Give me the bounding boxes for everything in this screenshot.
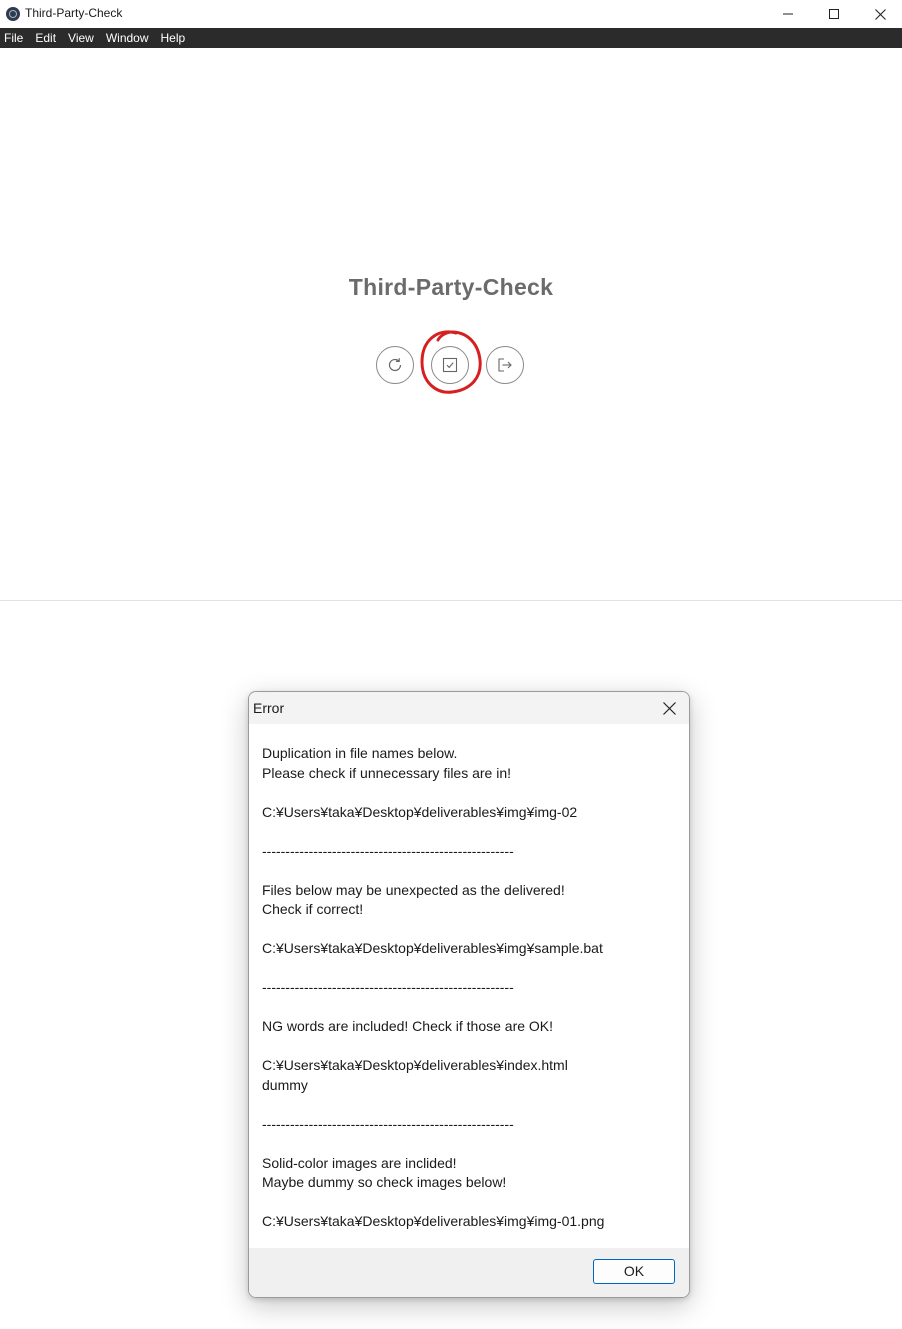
page-title: Third-Party-Check bbox=[348, 274, 554, 300]
message-line: Please check if unnecessary files are in… bbox=[262, 764, 512, 781]
dialog-title: Error bbox=[253, 700, 285, 716]
message-line: NG words are included! Check if those ar… bbox=[262, 1018, 554, 1034]
check-button[interactable] bbox=[431, 346, 469, 384]
message-line: Solid-color images are inclided! bbox=[262, 1154, 457, 1171]
message-line: Maybe dummy so check images below! bbox=[262, 1174, 507, 1190]
message-line bbox=[262, 783, 677, 803]
close-button[interactable] bbox=[857, 0, 902, 28]
close-icon bbox=[874, 8, 886, 20]
message-line: ----------------------------------------… bbox=[262, 1115, 514, 1132]
title-bar[interactable]: Third-Party-Check bbox=[0, 0, 902, 28]
menu-file[interactable]: File bbox=[0, 28, 29, 48]
message-line bbox=[262, 959, 677, 979]
exit-icon bbox=[498, 358, 512, 372]
menu-edit[interactable]: Edit bbox=[29, 28, 62, 48]
reload-icon bbox=[388, 358, 402, 372]
maximize-button[interactable] bbox=[811, 0, 857, 28]
app-icon bbox=[6, 7, 20, 21]
message-line: C:¥Users¥taka¥Desktop¥deliverables¥img¥i… bbox=[262, 1213, 605, 1229]
message-line bbox=[262, 861, 677, 881]
dialog-message: Duplication in file names below. Please … bbox=[262, 744, 677, 1232]
minimize-button[interactable] bbox=[765, 0, 811, 28]
menu-bar: File Edit View Window Help bbox=[0, 28, 902, 48]
minimize-icon bbox=[783, 13, 793, 15]
message-line bbox=[262, 1134, 677, 1154]
close-icon bbox=[662, 701, 676, 715]
error-dialog: Error Duplication in file names below. P… bbox=[248, 691, 690, 1298]
app-window: Third-Party-Check File Edit View Window … bbox=[0, 0, 902, 601]
menu-help[interactable]: Help bbox=[155, 28, 192, 48]
check-icon bbox=[442, 357, 458, 373]
message-line: C:¥Users¥taka¥Desktop¥deliverables¥img¥s… bbox=[262, 940, 603, 956]
message-line bbox=[262, 998, 677, 1018]
message-line bbox=[262, 1037, 677, 1057]
exit-button[interactable] bbox=[486, 346, 524, 384]
message-line: C:¥Users¥taka¥Desktop¥deliverables¥img¥i… bbox=[262, 803, 578, 820]
message-line: dummy bbox=[262, 1076, 308, 1093]
message-line: C:¥Users¥taka¥Desktop¥deliverables¥index… bbox=[262, 1057, 568, 1073]
message-line bbox=[262, 1193, 677, 1213]
message-line: Files below may be unexpected as the del… bbox=[262, 881, 565, 898]
menu-window[interactable]: Window bbox=[100, 28, 155, 48]
dialog-footer: OK bbox=[249, 1248, 689, 1297]
message-line: Check if correct! bbox=[262, 901, 364, 917]
maximize-icon bbox=[829, 9, 839, 19]
dialog-close-button[interactable] bbox=[655, 696, 683, 720]
window-title: Third-Party-Check bbox=[25, 6, 123, 20]
reload-button[interactable] bbox=[376, 346, 414, 384]
message-line bbox=[262, 822, 677, 842]
message-line bbox=[262, 1095, 677, 1115]
ok-button[interactable]: OK bbox=[593, 1259, 675, 1284]
message-line bbox=[262, 920, 677, 940]
message-line: ----------------------------------------… bbox=[262, 842, 514, 859]
dialog-title-bar[interactable]: Error bbox=[249, 692, 689, 724]
menu-view[interactable]: View bbox=[62, 28, 100, 48]
message-line: Duplication in file names below. bbox=[262, 745, 458, 761]
message-line: ----------------------------------------… bbox=[262, 979, 514, 995]
